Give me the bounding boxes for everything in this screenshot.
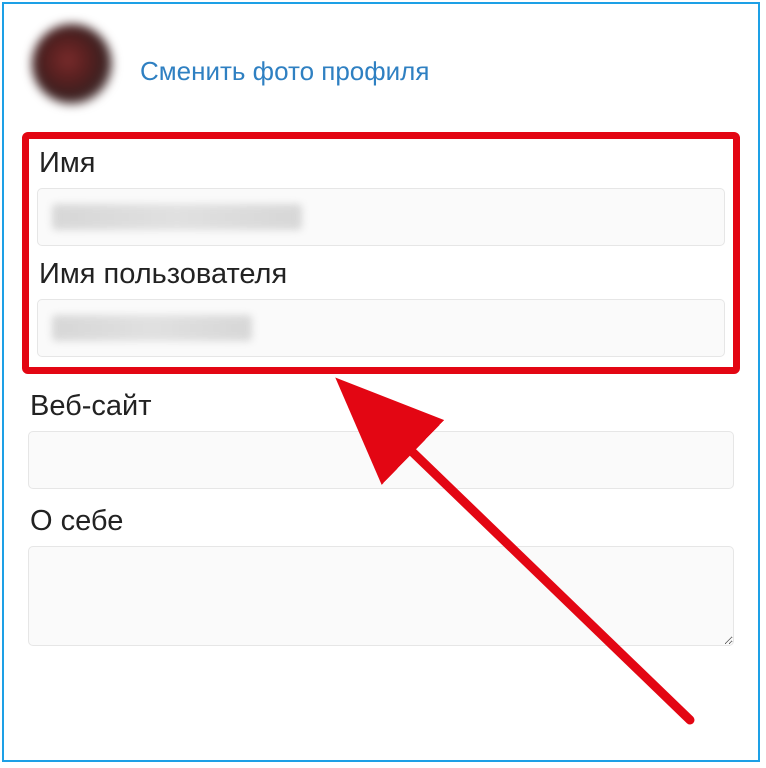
change-photo-link[interactable]: Сменить фото профиля bbox=[140, 56, 429, 87]
name-label: Имя bbox=[37, 147, 725, 180]
username-field-group: Имя пользователя bbox=[37, 258, 725, 357]
username-label: Имя пользователя bbox=[37, 258, 725, 291]
highlighted-fields: Имя Имя пользователя bbox=[22, 132, 740, 374]
bio-textarea[interactable] bbox=[28, 546, 734, 646]
bio-field-group: О себе bbox=[22, 505, 740, 651]
website-input[interactable] bbox=[28, 431, 734, 489]
website-field-group: Веб-сайт bbox=[22, 390, 740, 489]
blurred-name-value bbox=[52, 204, 302, 230]
name-input[interactable] bbox=[37, 188, 725, 246]
blurred-username-value bbox=[52, 315, 252, 341]
profile-edit-form: Сменить фото профиля Имя Имя пользовател… bbox=[2, 2, 760, 762]
website-label: Веб-сайт bbox=[28, 390, 734, 423]
bio-label: О себе bbox=[28, 505, 734, 538]
profile-header: Сменить фото профиля bbox=[22, 24, 740, 104]
avatar[interactable] bbox=[32, 24, 112, 104]
username-input[interactable] bbox=[37, 299, 725, 357]
name-field-group: Имя bbox=[37, 147, 725, 246]
